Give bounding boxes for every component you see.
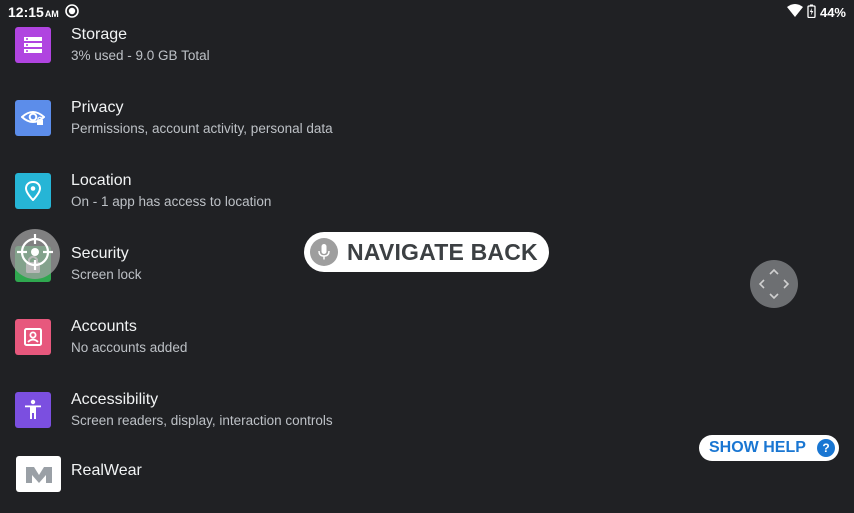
settings-item-storage[interactable]: Storage 3% used - 9.0 GB Total (0, 15, 854, 75)
settings-item-privacy[interactable]: Privacy Permissions, account activity, p… (0, 88, 854, 148)
settings-item-title: Location (71, 172, 132, 189)
settings-item-title: Privacy (71, 99, 124, 116)
head-tracking-crosshair[interactable] (10, 229, 60, 279)
show-help-button[interactable]: SHOW HELP ? (699, 435, 839, 461)
settings-item-title: Accounts (71, 318, 137, 335)
arrows-icon (750, 268, 798, 312)
settings-item-title: Storage (71, 26, 128, 43)
help-question-icon: ? (817, 439, 835, 457)
location-pin-icon (15, 173, 51, 209)
navigate-back-voice-hint[interactable]: NAVIGATE BACK (304, 232, 549, 272)
settings-item-location[interactable]: Location On - 1 app has access to locati… (0, 161, 854, 221)
storage-icon (15, 27, 51, 63)
settings-item-accessibility[interactable]: Accessibility Screen readers, display, i… (0, 380, 854, 440)
settings-item-text: Security Screen lock (71, 244, 142, 284)
settings-item-subtitle: No accounts added (71, 340, 188, 355)
settings-item-title: RealWear (71, 462, 142, 479)
crosshair-icon (15, 232, 55, 277)
settings-item-text: Privacy Permissions, account activity, p… (71, 98, 333, 138)
settings-item-subtitle: Permissions, account activity, personal … (71, 121, 333, 136)
settings-item-title: Security (71, 245, 129, 262)
settings-item-text: Location On - 1 app has access to locati… (71, 171, 271, 211)
privacy-eye-icon (15, 100, 51, 136)
settings-item-subtitle: 3% used - 9.0 GB Total (71, 48, 210, 63)
navigate-back-label: NAVIGATE BACK (347, 238, 538, 265)
settings-item-text: Accounts No accounts added (71, 317, 187, 357)
settings-item-subtitle: Screen readers, display, interaction con… (71, 413, 333, 428)
settings-item-subtitle: Screen lock (71, 267, 142, 282)
show-help-label: SHOW HELP (709, 439, 806, 456)
accessibility-icon (15, 392, 51, 428)
microphone-icon (310, 238, 338, 266)
account-icon (15, 319, 51, 355)
settings-item-subtitle: On - 1 app has access to location (71, 194, 272, 209)
realwear-logo-icon (16, 456, 61, 492)
scroll-dpad[interactable] (750, 260, 798, 308)
settings-item-accounts[interactable]: Accounts No accounts added (0, 307, 854, 367)
settings-item-text: RealWear (71, 461, 142, 481)
settings-item-title: Accessibility (71, 391, 159, 408)
settings-item-text: Storage 3% used - 9.0 GB Total (71, 25, 210, 65)
settings-item-text: Accessibility Screen readers, display, i… (71, 390, 333, 430)
settings-item-realwear[interactable]: RealWear (0, 453, 854, 513)
